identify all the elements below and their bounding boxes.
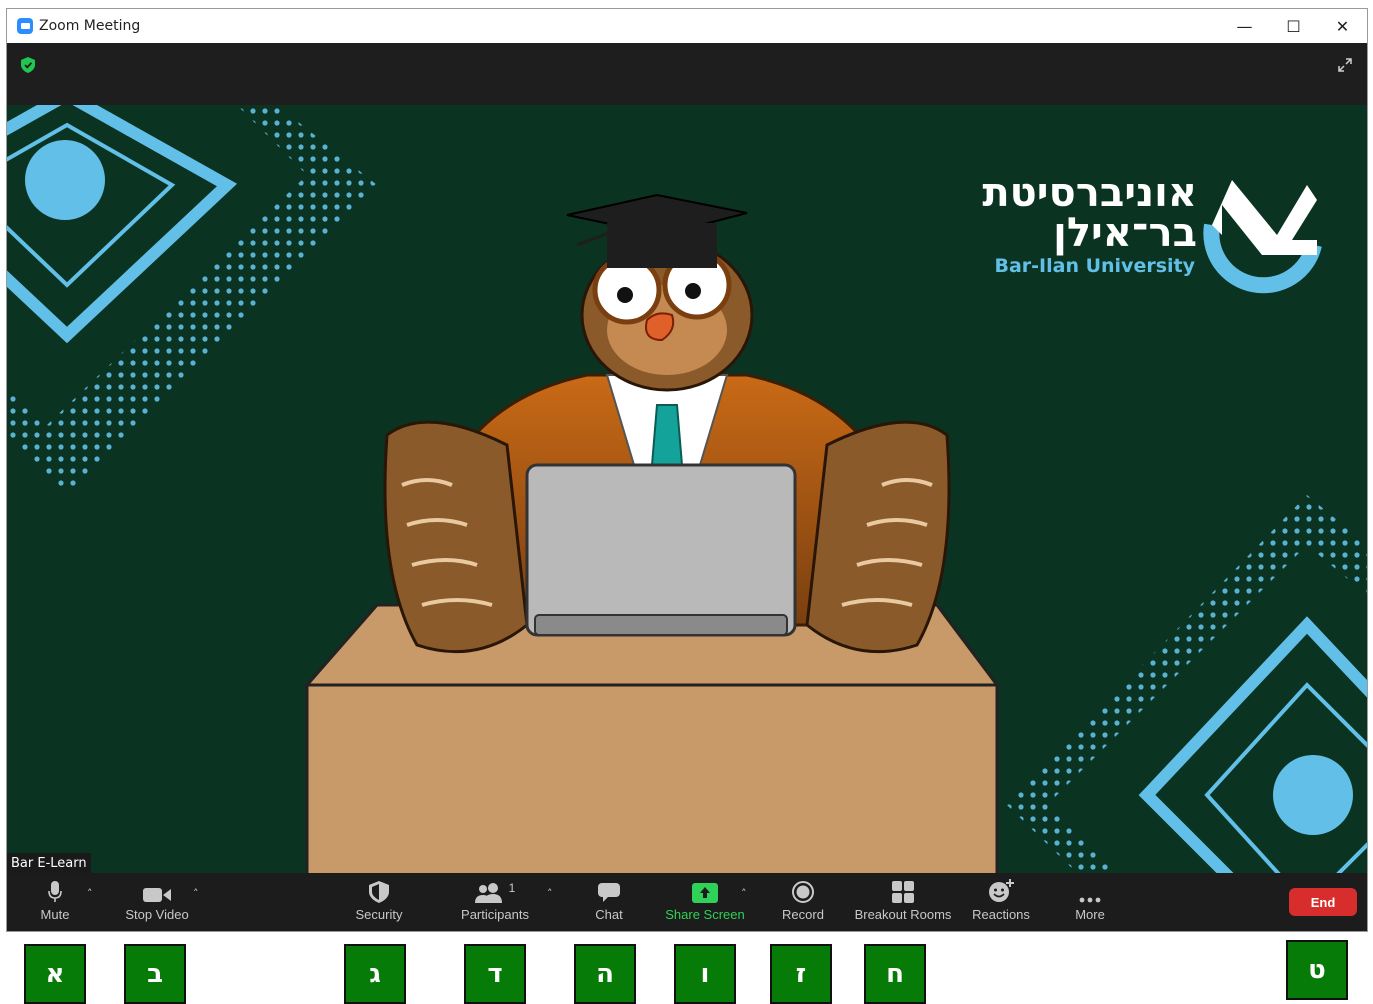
meeting-toolbar: Mute ˄ Stop Video ˄ Security 1 Participa… <box>7 873 1367 931</box>
video-area: אוניברסיטת בר־אילן Bar-Ilan University B… <box>7 105 1367 873</box>
record-label: Record <box>782 907 824 922</box>
stop-video-button[interactable]: Stop Video <box>117 873 197 931</box>
record-button[interactable]: Record <box>775 873 831 931</box>
logo-english: Bar-Ilan University <box>994 255 1195 277</box>
share-screen-label: Share Screen <box>665 907 745 922</box>
annotation-label-vav: ו <box>674 944 736 1004</box>
chat-label: Chat <box>595 907 623 922</box>
breakout-rooms-label: Breakout Rooms <box>854 907 952 922</box>
annotation-label-alef: א <box>24 944 86 1004</box>
annotation-label-tet: ט <box>1286 940 1348 1000</box>
more-label: More <box>1075 907 1105 922</box>
logo-hebrew-line2: בר־אילן <box>1053 210 1197 256</box>
zoom-window: Zoom Meeting — ☐ ✕ אוניברסיטת בר־אילן Ba… <box>6 8 1368 932</box>
laptop <box>525 463 797 637</box>
annotation-label-zayin: ז <box>770 944 832 1004</box>
window-controls: — ☐ ✕ <box>1220 9 1367 43</box>
stop-video-label: Stop Video <box>125 907 189 922</box>
security-label: Security <box>355 907 403 922</box>
mute-button[interactable]: Mute <box>29 873 81 931</box>
zoom-app-icon <box>17 18 33 34</box>
breakout-rooms-button[interactable]: Breakout Rooms <box>853 873 953 931</box>
reactions-button[interactable]: Reactions <box>971 873 1031 931</box>
logo-hebrew-line1: אוניברסיטת <box>982 170 1197 216</box>
minimize-button[interactable]: — <box>1220 9 1269 43</box>
participants-count: 1 <box>508 881 516 895</box>
record-icon <box>792 873 814 907</box>
microphone-icon <box>48 873 62 907</box>
security-button[interactable]: Security <box>347 873 411 931</box>
encryption-shield-icon[interactable] <box>21 57 35 78</box>
participants-options-caret-icon[interactable]: ˄ <box>547 887 553 900</box>
window-title: Zoom Meeting <box>39 18 141 34</box>
annotation-label-he: ה <box>574 944 636 1004</box>
maximize-button[interactable]: ☐ <box>1269 9 1318 43</box>
chat-bubble-icon <box>598 873 620 907</box>
annotation-label-het: ח <box>864 944 926 1004</box>
close-button[interactable]: ✕ <box>1318 9 1367 43</box>
more-ellipsis-icon <box>1079 873 1101 907</box>
participant-name-tag: Bar E-Learn <box>7 853 91 873</box>
participants-label: Participants <box>461 907 529 922</box>
reactions-smiley-icon <box>988 873 1014 907</box>
audio-options-caret-icon[interactable]: ˄ <box>87 887 93 900</box>
title-bar: Zoom Meeting — ☐ ✕ <box>7 9 1367 43</box>
share-options-caret-icon[interactable]: ˄ <box>741 887 747 900</box>
video-camera-icon <box>143 873 171 907</box>
participants-button[interactable]: 1 Participants <box>457 873 533 931</box>
annotation-label-dalet: ד <box>464 944 526 1004</box>
mute-label: Mute <box>40 907 70 922</box>
reactions-label: Reactions <box>972 907 1030 922</box>
annotation-label-gimel: ג <box>344 944 406 1004</box>
end-meeting-button[interactable]: End <box>1289 888 1357 916</box>
fullscreen-icon[interactable] <box>1337 57 1353 78</box>
share-screen-button[interactable]: Share Screen <box>663 873 747 931</box>
breakout-rooms-icon <box>892 873 914 907</box>
annotation-label-bet: ב <box>124 944 186 1004</box>
video-options-caret-icon[interactable]: ˄ <box>193 887 199 900</box>
meeting-top-bar <box>7 43 1367 105</box>
chat-button[interactable]: Chat <box>581 873 637 931</box>
security-shield-icon <box>369 873 389 907</box>
share-screen-icon <box>692 873 718 907</box>
more-button[interactable]: More <box>1067 873 1113 931</box>
participants-icon: 1 <box>474 873 516 907</box>
